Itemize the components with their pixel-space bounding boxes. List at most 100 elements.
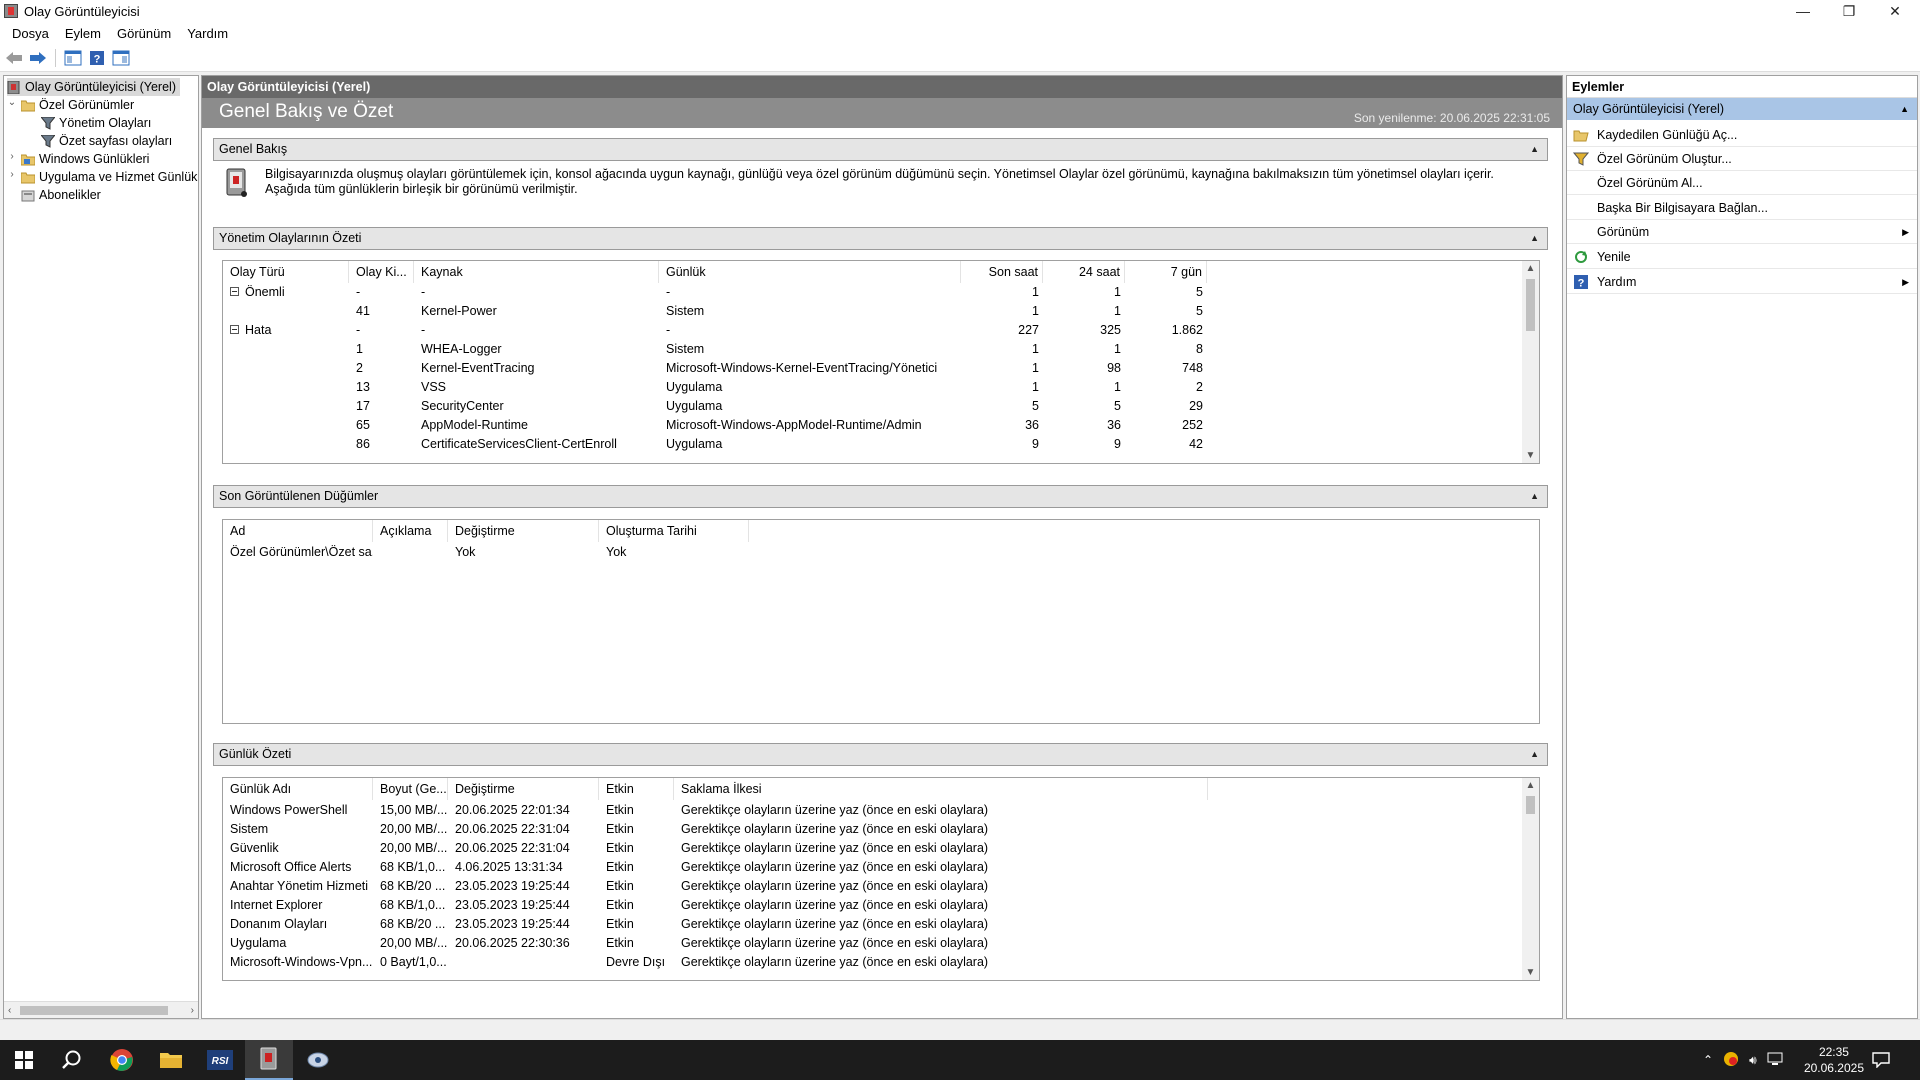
collapse-group-icon[interactable]: ▲: [1900, 98, 1909, 120]
start-icon[interactable]: [0, 1040, 48, 1080]
column-header[interactable]: Değiştirme: [448, 778, 599, 800]
table-row[interactable]: Donanım Olayları 68 KB/20 ... 23.05.2023 1…: [223, 915, 1539, 934]
column-header[interactable]: Kaynak: [414, 261, 659, 283]
action-open-saved-log[interactable]: Kaydedilen Günlüğü Aç...: [1567, 124, 1917, 147]
scroll-down-icon[interactable]: ▼: [1522, 450, 1539, 461]
scroll-up-icon[interactable]: ▲: [1522, 263, 1539, 274]
overview-section-header[interactable]: Genel Bakış ▲: [213, 138, 1548, 161]
forward-icon[interactable]: [28, 48, 48, 68]
log-summary-vscroll[interactable]: ▲ ▼: [1522, 778, 1539, 980]
tree-item-summary-events[interactable]: Özet sayfası olayları: [39, 132, 172, 150]
tree-item-subscriptions[interactable]: Abonelikler: [21, 186, 101, 204]
table-row[interactable]: 1 WHEA-Logger Sistem 1 1 8: [223, 340, 1539, 359]
action-refresh[interactable]: Yenile: [1567, 246, 1917, 269]
recent-nodes-table[interactable]: Ad Açıklama Değiştirme Oluşturma Tarihi …: [222, 519, 1540, 724]
column-header[interactable]: 24 saat: [1043, 261, 1125, 283]
column-header[interactable]: Olay Ki...: [349, 261, 414, 283]
collapse-section-icon[interactable]: ▲: [1530, 139, 1539, 160]
collapse-chevron-icon[interactable]: ⌄: [7, 97, 17, 108]
volume-icon[interactable]: 🔊︎: [1749, 1053, 1757, 1068]
table-row[interactable]: Sistem 20,00 MB/... 20.06.2025 22:31:04 Etk…: [223, 820, 1539, 839]
event-viewer-icon[interactable]: [245, 1040, 293, 1080]
column-header[interactable]: Değiştirme: [448, 520, 599, 542]
column-header[interactable]: Açıklama: [373, 520, 448, 542]
scroll-thumb[interactable]: [20, 1006, 168, 1015]
tree-item-custom-views[interactable]: Özel Görünümler: [20, 96, 134, 114]
table-row[interactable]: Microsoft-Windows-Vpn... 0 Bayt/1,0... Dev…: [223, 953, 1539, 972]
collapse-section-icon[interactable]: ▲: [1530, 228, 1539, 249]
collapse-group-icon[interactable]: [230, 287, 239, 296]
recent-nodes-header[interactable]: Son Görüntülenen Düğümler ▲: [213, 485, 1548, 508]
action-connect-to-computer[interactable]: Başka Bir Bilgisayara Bağlan...: [1567, 197, 1917, 220]
action-import-custom-view[interactable]: Özel Görünüm Al...: [1567, 172, 1917, 195]
table-row[interactable]: Anahtar Yönetim Hizmeti 68 KB/20 ... 23.05…: [223, 877, 1539, 896]
notification-center-icon[interactable]: [1872, 1040, 1890, 1080]
table-row[interactable]: Hata - - - 227 325 1.862: [223, 321, 1539, 340]
app-icon[interactable]: [294, 1040, 342, 1080]
column-header[interactable]: Son saat: [961, 261, 1043, 283]
chrome-icon[interactable]: [98, 1040, 146, 1080]
scroll-up-icon[interactable]: ▲: [1522, 780, 1539, 791]
table-row[interactable]: Güvenlik 20,00 MB/... 20.06.2025 22:31:04 E…: [223, 839, 1539, 858]
log-summary-table[interactable]: Günlük Adı Boyut (Ge... Değiştirme Etkin…: [222, 777, 1540, 981]
action-create-custom-view[interactable]: Özel Görünüm Oluştur...: [1567, 148, 1917, 171]
collapse-section-icon[interactable]: ▲: [1530, 744, 1539, 765]
menu-help[interactable]: Yardım: [179, 26, 236, 41]
scroll-thumb[interactable]: [1526, 796, 1535, 814]
admin-summary-header[interactable]: Yönetim Olaylarının Özeti ▲: [213, 227, 1548, 250]
tree-item-root[interactable]: Olay Görüntüleyicisi (Yerel): [7, 78, 180, 96]
scroll-down-icon[interactable]: ▼: [1522, 967, 1539, 978]
actions-group-header[interactable]: Olay Görüntüleyicisi (Yerel) ▲: [1567, 98, 1917, 120]
column-header[interactable]: 7 gün: [1125, 261, 1207, 283]
help-icon[interactable]: ?: [87, 48, 107, 68]
show-hide-action-pane-icon[interactable]: [111, 48, 131, 68]
column-header[interactable]: Saklama İlkesi: [674, 778, 1208, 800]
table-row[interactable]: 13 VSS Uygulama 1 1 2: [223, 378, 1539, 397]
table-row[interactable]: Microsoft Office Alerts 68 KB/1,0... 4.06.…: [223, 858, 1539, 877]
column-header[interactable]: Boyut (Ge...: [373, 778, 448, 800]
tree-item-app-service-logs[interactable]: Uygulama ve Hizmet Günlük: [20, 168, 197, 186]
collapse-section-icon[interactable]: ▲: [1530, 486, 1539, 507]
back-icon[interactable]: [4, 48, 24, 68]
menu-action[interactable]: Eylem: [57, 26, 109, 41]
tree-item-windows-logs[interactable]: Windows Günlükleri: [20, 150, 149, 168]
minimize-button[interactable]: —: [1780, 0, 1826, 22]
menu-view[interactable]: Görünüm: [109, 26, 179, 41]
network-icon[interactable]: [1767, 1052, 1783, 1069]
scroll-thumb[interactable]: [1526, 279, 1535, 331]
admin-summary-vscroll[interactable]: ▲ ▼: [1522, 261, 1539, 463]
table-row[interactable]: 65 AppModel-Runtime Microsoft-Windows-AppM…: [223, 416, 1539, 435]
column-header[interactable]: Günlük Adı: [223, 778, 373, 800]
file-explorer-icon[interactable]: [147, 1040, 195, 1080]
status-icon[interactable]: [1723, 1051, 1739, 1070]
restore-button[interactable]: ❐: [1826, 0, 1872, 22]
table-row[interactable]: Internet Explorer 68 KB/1,0... 23.05.2023 …: [223, 896, 1539, 915]
scroll-right-icon[interactable]: ›: [191, 1002, 194, 1018]
column-header[interactable]: Oluşturma Tarihi: [599, 520, 749, 542]
collapse-group-icon[interactable]: [230, 325, 239, 334]
table-row[interactable]: 2 Kernel-EventTracing Microsoft-Windows-Ke…: [223, 359, 1539, 378]
show-hide-tree-icon[interactable]: [63, 48, 83, 68]
clock[interactable]: 22:35 20.06.2025: [1804, 1044, 1864, 1076]
log-summary-header[interactable]: Günlük Özeti ▲: [213, 743, 1548, 766]
table-row[interactable]: 17 SecurityCenter Uygulama 5 5 29: [223, 397, 1539, 416]
column-header[interactable]: Olay Türü: [223, 261, 349, 283]
admin-summary-table[interactable]: Olay Türü Olay Ki... Kaynak Günlük Son s…: [222, 260, 1540, 464]
action-view[interactable]: Görünüm ▶: [1567, 221, 1917, 244]
show-hidden-icons-icon[interactable]: ⌃: [1703, 1053, 1713, 1067]
search-icon[interactable]: [48, 1040, 96, 1080]
column-header[interactable]: Ad: [223, 520, 373, 542]
menu-file[interactable]: Dosya: [4, 26, 57, 41]
column-header[interactable]: Günlük: [659, 261, 961, 283]
tree-horizontal-scrollbar[interactable]: ‹ ›: [4, 1001, 198, 1018]
table-row[interactable]: 41 Kernel-Power Sistem 1 1 5: [223, 302, 1539, 321]
table-row[interactable]: Özel Görünümler\Özet sa... Yok Yok: [223, 543, 1539, 562]
scroll-left-icon[interactable]: ‹: [8, 1002, 11, 1018]
table-row[interactable]: 86 CertificateServicesClient-CertEnroll Uy…: [223, 435, 1539, 454]
close-button[interactable]: ✕: [1872, 0, 1918, 22]
action-help[interactable]: ? Yardım ▶: [1567, 271, 1917, 294]
rsi-icon[interactable]: RSI: [196, 1040, 244, 1080]
table-row[interactable]: Önemli - - - 1 1 5: [223, 283, 1539, 302]
table-row[interactable]: Uygulama 20,00 MB/... 20.06.2025 22:30:36 E…: [223, 934, 1539, 953]
expand-chevron-icon[interactable]: ›: [7, 151, 17, 162]
